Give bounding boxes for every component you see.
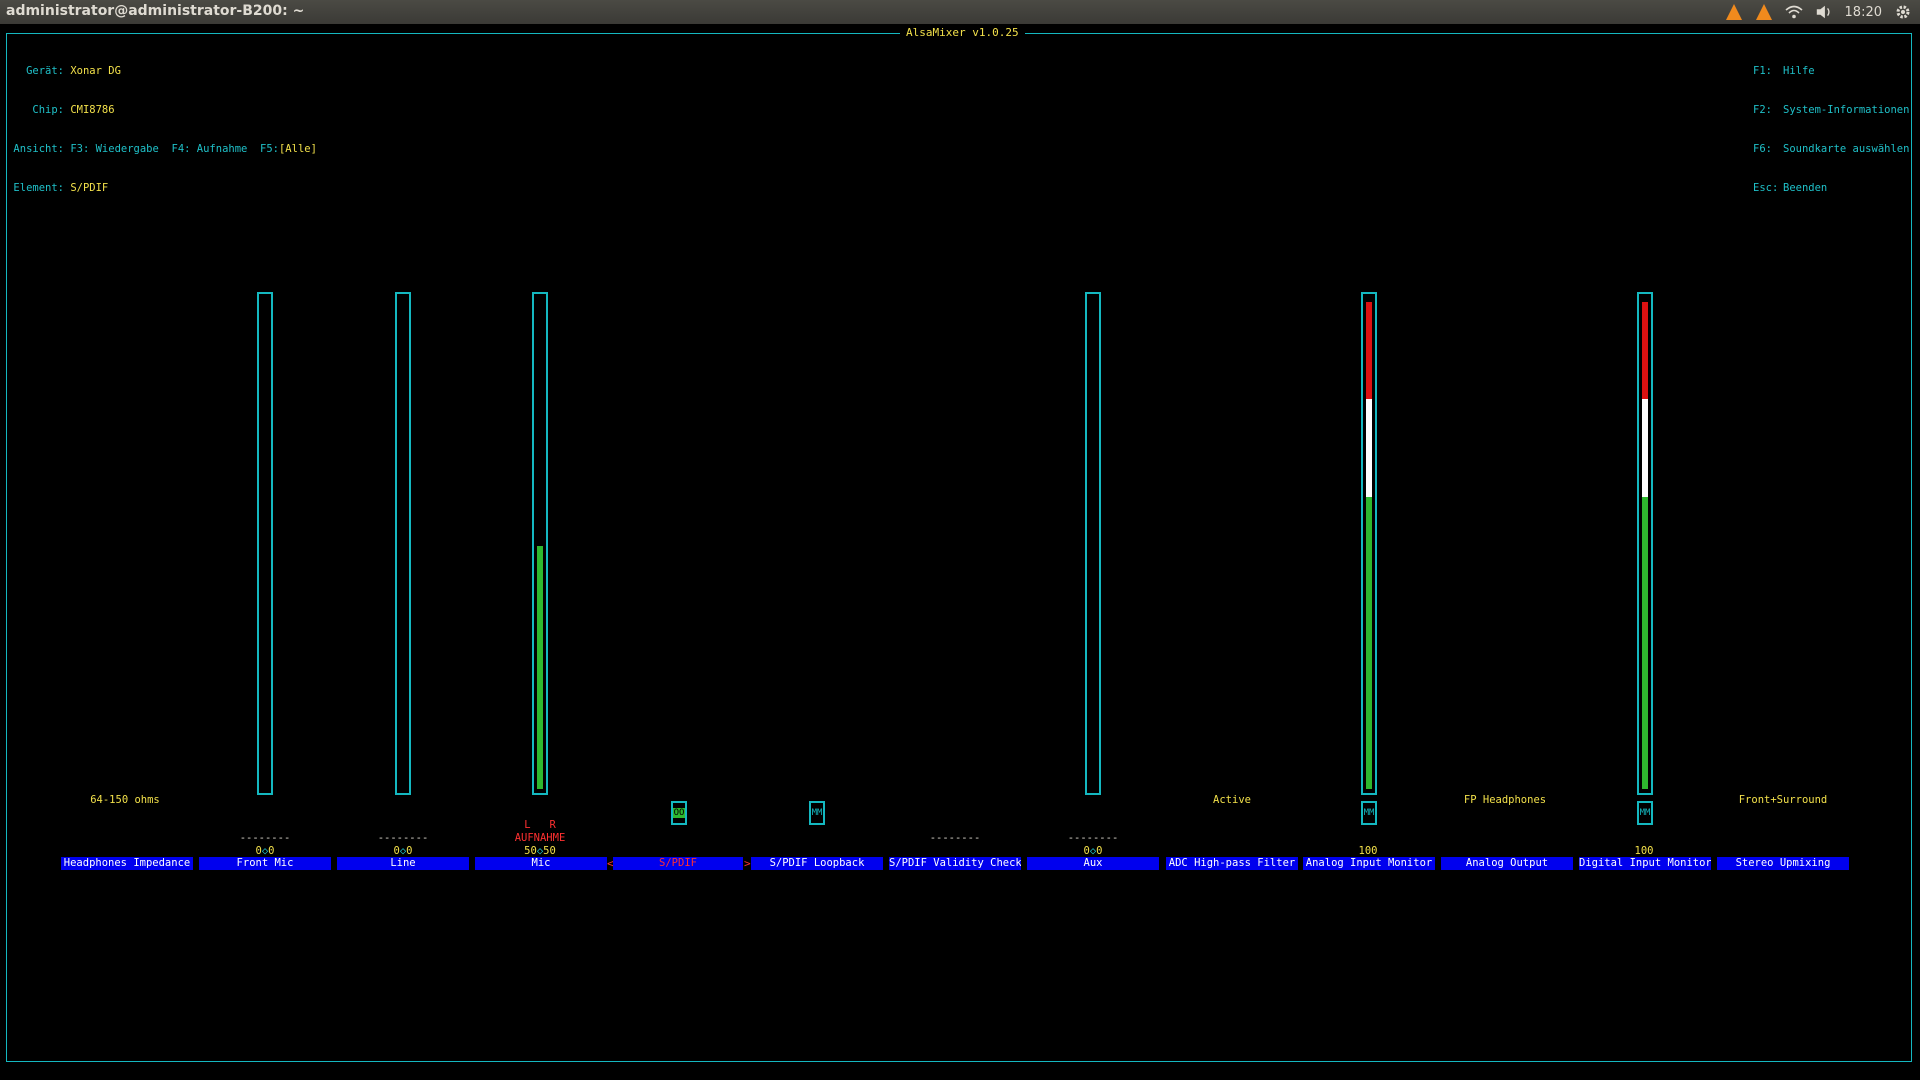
clock[interactable]: 18:20 [1845,5,1882,20]
chip-label: Chip: [32,104,64,116]
control-label[interactable]: Analog Output [1441,857,1573,870]
control-label[interactable]: S/PDIF Validity Check [889,857,1021,870]
level-white [1642,399,1648,497]
control-label[interactable]: Mic [475,857,607,870]
switch-toggle[interactable]: MM [1637,801,1653,825]
control-label[interactable]: S/PDIF Loopback [751,857,883,870]
switch-toggle[interactable]: OO [671,801,687,825]
control-value: 0◇0 [255,845,275,857]
control-extra: Front+Surround [1738,794,1828,806]
f1-key: F1: [1753,65,1772,77]
wifi-icon[interactable] [1785,3,1803,21]
control-dashes: -------- [1067,832,1119,844]
volume-bar[interactable] [532,292,548,795]
level-green [537,545,543,789]
view-label: Ansicht: [13,143,64,155]
control-value: 0◇0 [393,845,413,857]
control-extra: 64-150 ohms [90,794,160,806]
control-extra: FP Headphones [1463,794,1547,806]
control-dashes: -------- [377,832,429,844]
chip-value: CMI8786 [70,104,115,116]
level-green [1642,496,1648,789]
control-label[interactable]: Line [337,857,469,870]
level-green [1366,496,1372,789]
app-title: AlsaMixer v1.0.25 [900,26,1025,40]
capture-channels: L R [490,819,590,831]
view-f5-value[interactable]: [Alle] [279,143,317,155]
control-label[interactable]: Digital Input Monitor [1579,857,1711,870]
switch-state: MM [1363,808,1375,818]
control-extra: Active [1213,794,1251,806]
system-top-bar: administrator@administrator-B200: ~ 18:2… [0,0,1920,24]
help-f1[interactable]: Hilfe [1783,65,1815,77]
control-value: 0◇0 [1083,845,1103,857]
esc-key: Esc: [1753,182,1779,194]
level-white [1366,399,1372,497]
control-label[interactable]: Stereo Upmixing [1717,857,1849,870]
value-right: 50 [543,845,556,857]
help-f2[interactable]: System-Informationen [1783,104,1909,116]
f6-key: F6: [1753,143,1772,155]
switch-state: MM [1639,808,1651,818]
help-f6[interactable]: Soundkarte auswählen [1783,143,1909,155]
device-value: Xonar DG [70,65,121,77]
level-red [1366,302,1372,400]
volume-bar[interactable] [1085,292,1101,795]
value-left: 50 [524,845,537,857]
f2-key: F2: [1753,104,1772,116]
window-title: administrator@administrator-B200: ~ [6,3,305,19]
gear-icon[interactable] [1894,3,1912,21]
device-label: Gerät: [26,65,64,77]
vlc-icon[interactable] [1755,3,1773,21]
view-f5-key[interactable]: F5: [260,143,279,155]
volume-bar[interactable] [257,292,273,795]
control-label[interactable]: ADC High-pass Filter [1166,857,1298,870]
level-red [1642,302,1648,400]
system-tray: 18:20 [1725,0,1912,24]
help-info: F1: Hilfe F2: System-Informationen F6: Soun… [1753,39,1909,208]
switch-toggle[interactable]: MM [809,801,825,825]
switch-state: MM [811,808,823,818]
switch-state: OO [672,808,686,818]
capture-left: L [524,819,531,831]
view-f3[interactable]: F3: Wiedergabe [70,143,159,155]
control-label[interactable]: Analog Input Monitor [1303,857,1435,870]
control-label[interactable]: Headphones Impedance [61,857,193,870]
control-value: 100 [1634,845,1654,857]
control-value: 50◇50 [524,845,556,857]
switch-toggle[interactable]: MM [1361,801,1377,825]
volume-bar[interactable] [1637,292,1653,795]
value-right: 0 [1096,845,1103,857]
capture-flag[interactable]: AUFNAHME [490,832,590,844]
element-label: Element: [13,182,64,194]
vlc-icon[interactable] [1725,3,1743,21]
element-value: S/PDIF [70,182,109,194]
control-dashes: -------- [929,832,981,844]
control-label[interactable]: Front Mic [199,857,331,870]
volume-bar[interactable] [395,292,411,795]
volume-icon[interactable] [1815,3,1833,21]
control-value: 100 [1358,845,1378,857]
control-label-selected[interactable]: S/PDIF [613,857,743,870]
device-info: Gerät: Xonar DG Chip: CMI8786 Ansicht: F… [12,39,317,208]
view-f4[interactable]: F4: Aufnahme [172,143,248,155]
control-label[interactable]: Aux [1027,857,1159,870]
volume-bar[interactable] [1361,292,1377,795]
capture-right: R [549,819,556,831]
value-right: 0 [406,845,413,857]
help-esc[interactable]: Beenden [1783,182,1827,194]
value-right: 0 [268,845,275,857]
control-dashes: -------- [239,832,291,844]
select-right-arrow: > [744,857,751,870]
